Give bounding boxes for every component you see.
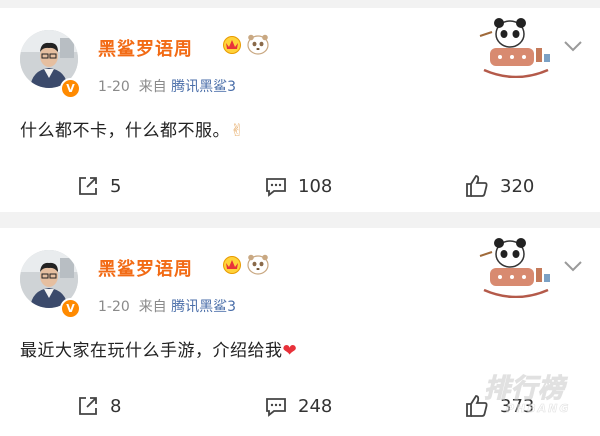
panda-emoji-icon — [247, 254, 269, 275]
comment-count: 248 — [298, 395, 333, 417]
author-name[interactable]: 黑鲨罗语周 — [98, 35, 193, 61]
comment-icon — [266, 398, 286, 417]
repost-icon — [79, 397, 97, 415]
comment-button[interactable]: 108 — [264, 172, 332, 200]
heart-emoji: ❤ — [282, 341, 298, 361]
chevron-down-icon[interactable] — [562, 258, 584, 274]
post-text: 最近大家在玩什么手游，介绍给我❤ — [20, 336, 297, 361]
watermark-main: 排行榜 — [483, 374, 566, 405]
watermark-sub: PHBANG — [506, 402, 571, 416]
repost-icon — [79, 177, 97, 195]
comment-icon — [266, 178, 286, 197]
verified-badge-icon: V — [60, 298, 81, 319]
source-device-link[interactable]: 腾讯黑鲨3 — [171, 299, 236, 315]
source-prefix: 来自 — [138, 79, 167, 95]
like-count: 320 — [500, 175, 535, 197]
source-prefix: 来自 — [138, 299, 167, 315]
verified-badge-icon: V — [60, 78, 81, 99]
repost-count: 8 — [110, 395, 122, 417]
crown-badge-icon[interactable] — [222, 34, 242, 54]
post-date: 1-20 — [98, 79, 130, 95]
post-text-body: 最近大家在玩什么手游，介绍给我 — [20, 341, 283, 361]
like-button[interactable]: 320 — [464, 172, 534, 200]
post-text: 什么都不卡，什么都不服。✌ — [20, 116, 245, 141]
source-device-link[interactable]: 腾讯黑鲨3 — [171, 79, 236, 95]
chevron-down-icon[interactable] — [562, 38, 584, 54]
repost-button[interactable]: 5 — [76, 172, 121, 200]
crown-badge-icon[interactable] — [222, 254, 242, 274]
post-text-body: 什么都不卡，什么都不服。 — [20, 121, 230, 141]
comment-count: 108 — [298, 175, 333, 197]
weibo-post[interactable]: V 黑鲨罗语周 1-20 来自 腾讯黑鲨3 什么都不卡，什么都不服。✌ 5 10… — [0, 8, 600, 212]
panda-emoji-icon — [247, 34, 269, 55]
repost-count: 5 — [110, 175, 122, 197]
post-date: 1-20 — [98, 299, 130, 315]
panda-rocking-horse-decoration-icon — [479, 18, 550, 78]
post-meta: 1-20 来自 腾讯黑鲨3 — [98, 296, 236, 316]
thumbs-up-icon — [466, 175, 488, 197]
author-name[interactable]: 黑鲨罗语周 — [98, 255, 193, 281]
post-meta: 1-20 来自 腾讯黑鲨3 — [98, 76, 236, 96]
repost-button[interactable]: 8 — [76, 392, 121, 420]
victory-hand-emoji: ✌ — [230, 121, 245, 141]
comment-button[interactable]: 248 — [264, 392, 332, 420]
panda-rocking-horse-decoration-icon — [479, 238, 550, 298]
watermark-logo: 排行榜 PHBANG — [483, 368, 584, 420]
